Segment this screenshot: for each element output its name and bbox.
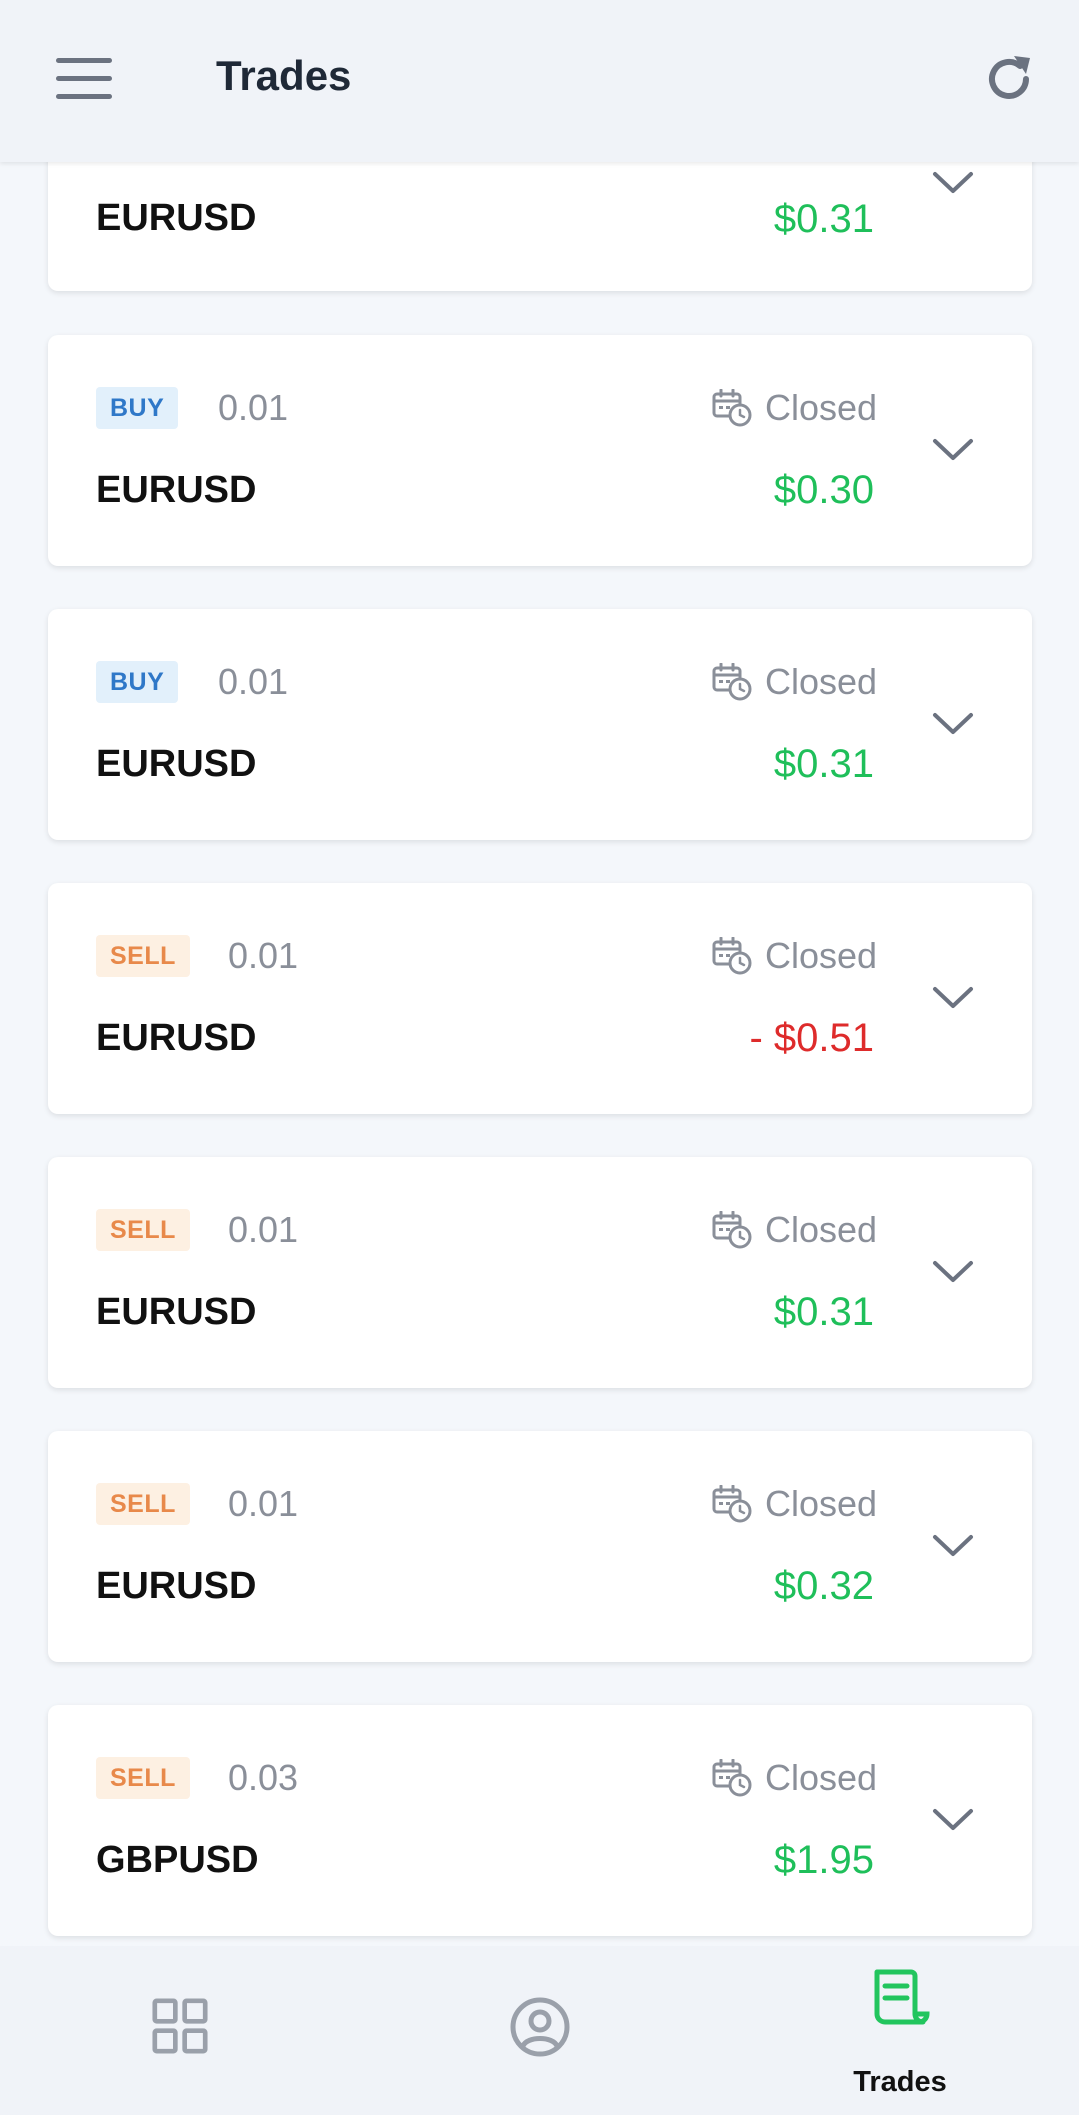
- chevron-down-icon[interactable]: [932, 711, 974, 737]
- trade-status: Closed: [765, 387, 878, 428]
- side-badge: SELL: [96, 1757, 190, 1799]
- side-badge: SELL: [96, 935, 190, 977]
- chevron-down-icon[interactable]: [932, 170, 974, 196]
- trade-symbol: EURUSD: [96, 469, 257, 511]
- trade-volume: 0.01: [228, 1209, 299, 1250]
- bottom-navigation: Trades: [0, 1946, 1079, 2115]
- trade-status: Closed: [765, 1757, 878, 1798]
- page-title: Trades: [216, 52, 352, 99]
- trade-pnl: $0.30: [773, 468, 874, 512]
- side-badge: SELL: [96, 1483, 190, 1525]
- calendar-clock-icon: [712, 937, 752, 975]
- trade-card[interactable]: SELL 0.01 Closed EURUSD - $0.51: [48, 883, 1032, 1114]
- trade-volume: 0.01: [228, 1483, 299, 1524]
- app-header: Trades: [0, 0, 1079, 162]
- chevron-down-icon[interactable]: [932, 985, 974, 1011]
- trade-pnl: $1.95: [773, 1838, 874, 1882]
- trade-symbol: EURUSD: [96, 197, 257, 239]
- trade-pnl: $0.31: [773, 197, 874, 241]
- hamburger-menu-icon[interactable]: [56, 58, 112, 100]
- trade-card[interactable]: BUY 0.01 Closed EURUSD $0.30: [48, 335, 1032, 566]
- nav-label-trades: Trades: [853, 2066, 947, 2098]
- chevron-down-icon[interactable]: [932, 1807, 974, 1833]
- dashboard-grid-icon: [152, 1998, 208, 2054]
- calendar-clock-icon: [712, 1211, 752, 1249]
- trade-card[interactable]: SELL 0.01 Closed EURUSD $0.31: [48, 1157, 1032, 1388]
- trade-volume: 0.01: [228, 935, 299, 976]
- chevron-down-icon[interactable]: [932, 1533, 974, 1559]
- nav-item-trades[interactable]: Trades: [830, 1946, 970, 2115]
- trade-pnl: $0.32: [773, 1564, 874, 1608]
- nav-item-dashboard[interactable]: [110, 1946, 250, 2115]
- trade-volume: 0.01: [218, 387, 289, 428]
- calendar-clock-icon: [712, 663, 752, 701]
- nav-item-account[interactable]: [470, 1946, 610, 2115]
- calendar-clock-icon: [712, 1759, 752, 1797]
- calendar-clock-icon: [712, 389, 752, 427]
- trade-status: Closed: [765, 1483, 878, 1524]
- chevron-down-icon[interactable]: [932, 437, 974, 463]
- trade-card[interactable]: BUY 0.01 Closed EURUSD $0.31: [48, 609, 1032, 840]
- trade-pnl: - $0.51: [749, 1016, 874, 1060]
- side-badge: BUY: [96, 661, 179, 703]
- refresh-icon[interactable]: [982, 52, 1036, 106]
- side-badge: BUY: [96, 387, 179, 429]
- trade-symbol: EURUSD: [96, 1017, 257, 1059]
- trade-pnl: $0.31: [773, 742, 874, 786]
- app: EURUSD $0.31 BUY 0.01 Closed EURUSD $0.3…: [0, 0, 1079, 2115]
- trade-status: Closed: [765, 1209, 878, 1250]
- trade-symbol: GBPUSD: [96, 1839, 259, 1881]
- trade-card[interactable]: SELL 0.01 Closed EURUSD $0.32: [48, 1431, 1032, 1662]
- trade-pnl: $0.31: [773, 1290, 874, 1334]
- trade-volume: 0.03: [228, 1757, 299, 1798]
- trades-receipt-icon: [874, 1969, 930, 2025]
- side-badge: SELL: [96, 1209, 190, 1251]
- trade-symbol: EURUSD: [96, 1565, 257, 1607]
- trade-status: Closed: [765, 935, 878, 976]
- chevron-down-icon[interactable]: [932, 1259, 974, 1285]
- trade-symbol: EURUSD: [96, 743, 257, 785]
- trade-status: Closed: [765, 661, 878, 702]
- trade-card[interactable]: SELL 0.03 Closed GBPUSD $1.95: [48, 1705, 1032, 1936]
- trade-volume: 0.01: [218, 661, 289, 702]
- account-user-icon: [510, 1997, 570, 2057]
- calendar-clock-icon: [712, 1485, 752, 1523]
- trade-symbol: EURUSD: [96, 1291, 257, 1333]
- trades-list[interactable]: EURUSD $0.31 BUY 0.01 Closed EURUSD $0.3…: [0, 0, 1079, 1950]
